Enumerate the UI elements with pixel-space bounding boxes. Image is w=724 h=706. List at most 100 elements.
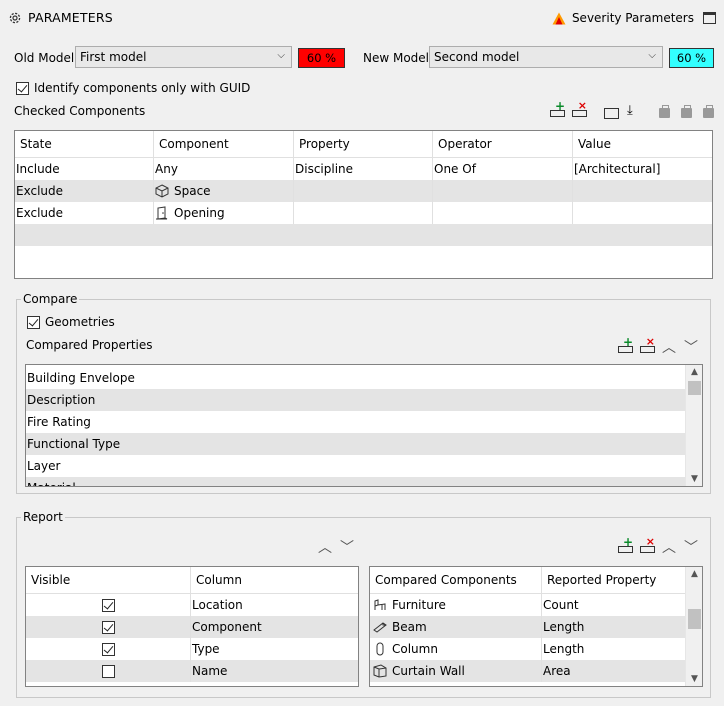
cell-operator[interactable] [433, 180, 573, 202]
column-header-property[interactable]: Property [294, 131, 433, 157]
column-header-reported-property[interactable]: Reported Property [542, 567, 686, 593]
table-row[interactable]: Exclude Opening [15, 202, 712, 224]
cell-compared-component[interactable]: Column [370, 638, 542, 660]
delete-property-icon[interactable] [639, 335, 655, 356]
add-reported-property-icon[interactable] [617, 535, 633, 556]
cell-property[interactable] [294, 180, 433, 202]
new-model-select[interactable]: Second model ⌵ [429, 46, 663, 68]
list-item[interactable]: Description [26, 389, 686, 411]
table-row[interactable]: Component [26, 616, 358, 638]
column-header-column[interactable]: Column [191, 567, 358, 593]
cell-state[interactable]: Exclude [15, 202, 154, 224]
list-item[interactable]: Functional Type [26, 433, 686, 455]
chevron-down-icon[interactable]: ﹀ [683, 540, 699, 556]
column-header-component[interactable]: Component [154, 131, 294, 157]
cell-property[interactable]: Discipline [294, 158, 433, 180]
cell-state[interactable]: Include [15, 158, 154, 180]
geometries-option[interactable]: Geometries [27, 315, 115, 329]
download-icon[interactable] [625, 103, 641, 120]
chevron-down-icon[interactable]: ﹀ [339, 540, 355, 556]
cell-reported-property[interactable]: Area [542, 660, 686, 682]
cell-property[interactable] [294, 202, 433, 224]
column-header-visible[interactable]: Visible [26, 567, 191, 593]
cell-value[interactable]: [Architectural] [573, 158, 712, 180]
old-model-value: First model [80, 50, 147, 64]
old-model-select[interactable]: First model ⌵ [75, 46, 292, 68]
vertical-scrollbar[interactable]: ▲ ▼ [685, 365, 702, 486]
column-header-value[interactable]: Value [573, 131, 712, 157]
severity-parameters-link[interactable]: Severity Parameters [552, 11, 694, 25]
scroll-thumb[interactable] [688, 609, 701, 629]
bag-icon[interactable] [701, 104, 717, 120]
cell-column[interactable]: Component [191, 616, 358, 638]
cell-operator[interactable] [433, 202, 573, 224]
visible-checkbox[interactable] [101, 620, 115, 634]
column-header-operator[interactable]: Operator [433, 131, 573, 157]
reported-properties-grid[interactable]: Compared Components Reported Property Fu… [369, 566, 703, 687]
cell-reported-property[interactable]: Length [542, 638, 686, 660]
table-row[interactable]: Include Any Discipline One Of [Architect… [15, 158, 712, 180]
table-row[interactable]: Furniture Count [370, 594, 686, 616]
chevron-up-icon[interactable]: ︿ [317, 540, 333, 556]
cell-compared-component[interactable]: Curtain Wall [370, 660, 542, 682]
open-folder-icon[interactable] [603, 104, 619, 120]
add-property-icon[interactable] [617, 335, 633, 356]
table-row[interactable]: Beam Length [370, 616, 686, 638]
scroll-up-icon[interactable]: ▲ [686, 365, 702, 379]
list-item[interactable]: Layer [26, 455, 686, 477]
cell-state[interactable]: Exclude [15, 180, 154, 202]
geometries-checkbox[interactable] [27, 315, 40, 329]
delete-reported-property-icon[interactable] [639, 535, 655, 556]
cell-value[interactable] [573, 202, 712, 224]
cell-value[interactable] [573, 180, 712, 202]
delete-rule-icon[interactable] [571, 99, 587, 120]
list-item[interactable]: Building Envelope [26, 367, 686, 389]
list-item[interactable]: Fire Rating [26, 411, 686, 433]
cell-visible[interactable] [26, 638, 191, 660]
list-item[interactable]: Material [26, 477, 686, 486]
table-row[interactable]: Location [26, 594, 358, 616]
table-row[interactable]: Exclude Space [15, 180, 712, 202]
cell-reported-property[interactable]: Count [542, 594, 686, 616]
visible-checkbox[interactable] [101, 598, 115, 612]
report-columns-grid[interactable]: Visible Column Location Component Type N… [25, 566, 359, 687]
table-row[interactable]: Curtain Wall Area [370, 660, 686, 682]
cell-visible[interactable] [26, 616, 191, 638]
cell-component[interactable]: Any [154, 158, 294, 180]
cell-component[interactable]: Opening [154, 202, 294, 224]
cell-compared-component[interactable]: Beam [370, 616, 542, 638]
add-rule-icon[interactable] [549, 99, 565, 120]
guid-checkbox[interactable] [16, 81, 29, 95]
vertical-scrollbar[interactable]: ▲ ▼ [685, 567, 702, 686]
cell-component[interactable]: Space [154, 180, 294, 202]
chevron-up-icon[interactable]: ︿ [661, 540, 677, 556]
visible-checkbox[interactable] [101, 664, 115, 678]
cell-reported-property[interactable]: Length [542, 616, 686, 638]
chevron-up-icon[interactable]: ︿ [661, 340, 677, 356]
cell-visible[interactable] [26, 660, 191, 682]
cell-compared-component[interactable]: Furniture [370, 594, 542, 616]
scroll-down-icon[interactable]: ▼ [686, 472, 702, 486]
cell-column[interactable]: Name [191, 660, 358, 682]
empty-new-row[interactable] [15, 224, 712, 246]
checked-components-grid[interactable]: State Component Property Operator Value … [14, 130, 713, 279]
scroll-down-icon[interactable]: ▼ [686, 672, 702, 686]
cell-visible[interactable] [26, 594, 191, 616]
scroll-up-icon[interactable]: ▲ [686, 567, 702, 581]
visible-checkbox[interactable] [101, 642, 115, 656]
column-header-state[interactable]: State [15, 131, 154, 157]
scroll-thumb[interactable] [688, 381, 701, 395]
cell-column[interactable]: Location [191, 594, 358, 616]
chevron-down-icon[interactable]: ﹀ [683, 340, 699, 356]
cell-operator[interactable]: One Of [433, 158, 573, 180]
table-row[interactable]: Type [26, 638, 358, 660]
table-row[interactable]: Name [26, 660, 358, 682]
window-toggle-icon[interactable] [703, 12, 716, 24]
compared-properties-list[interactable]: Building Envelope Description Fire Ratin… [25, 364, 703, 487]
guid-option[interactable]: Identify components only with GUID [16, 81, 250, 95]
column-header-compared-components[interactable]: Compared Components [370, 567, 542, 593]
table-row[interactable]: Column Length [370, 638, 686, 660]
bag-icon[interactable] [679, 104, 695, 120]
cell-column[interactable]: Type [191, 638, 358, 660]
bag-icon[interactable] [657, 104, 673, 120]
